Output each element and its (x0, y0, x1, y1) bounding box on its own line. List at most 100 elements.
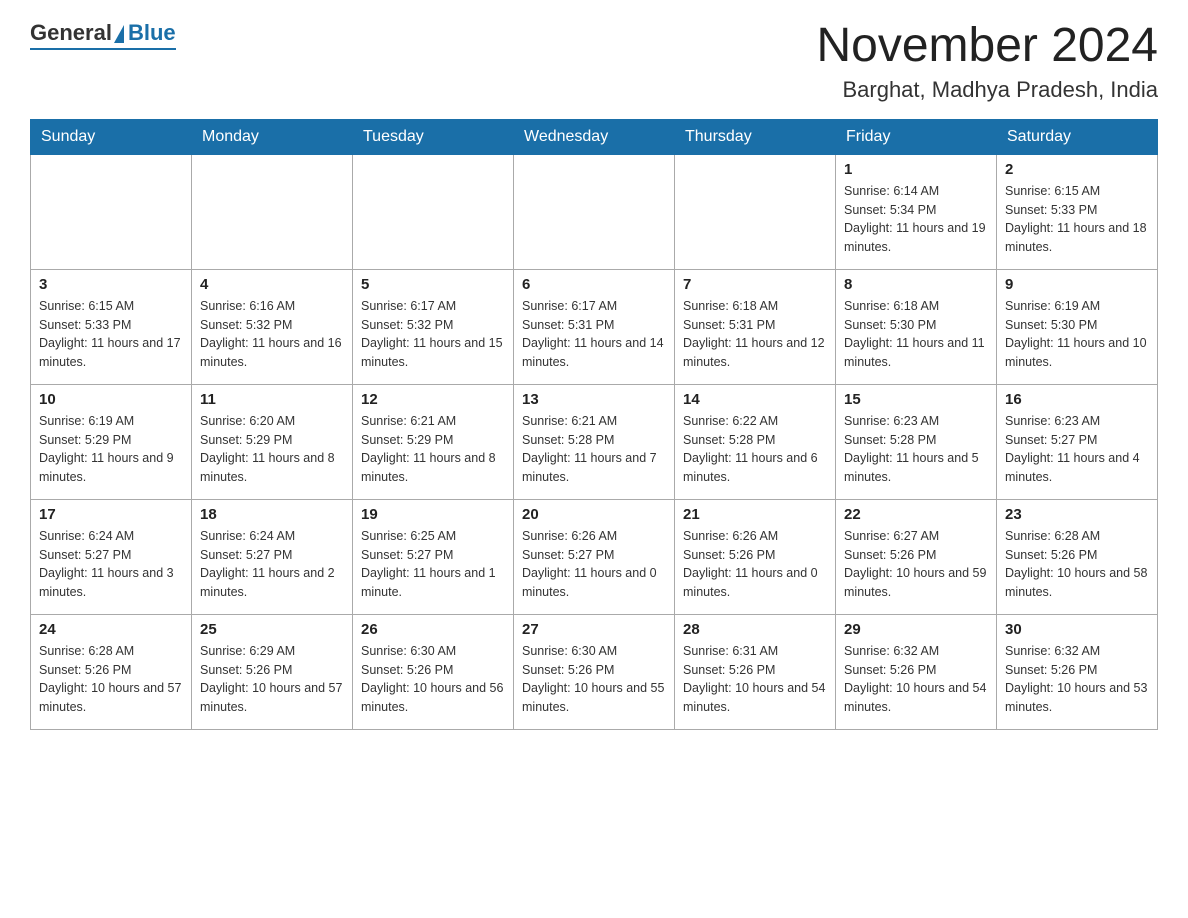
day-info: Sunrise: 6:19 AM Sunset: 5:29 PM Dayligh… (39, 412, 183, 487)
day-info: Sunrise: 6:19 AM Sunset: 5:30 PM Dayligh… (1005, 297, 1149, 372)
day-info: Sunrise: 6:23 AM Sunset: 5:27 PM Dayligh… (1005, 412, 1149, 487)
calendar-cell: 29 Sunrise: 6:32 AM Sunset: 5:26 PM Dayli… (836, 614, 997, 729)
day-number: 8 (844, 276, 988, 293)
logo: General Blue (30, 20, 176, 50)
day-info: Sunrise: 6:21 AM Sunset: 5:28 PM Dayligh… (522, 412, 666, 487)
day-info: Sunrise: 6:22 AM Sunset: 5:28 PM Dayligh… (683, 412, 827, 487)
location-title: Barghat, Madhya Pradesh, India (816, 77, 1158, 103)
day-info: Sunrise: 6:15 AM Sunset: 5:33 PM Dayligh… (1005, 182, 1149, 257)
day-number: 27 (522, 621, 666, 638)
day-number: 15 (844, 391, 988, 408)
day-info: Sunrise: 6:15 AM Sunset: 5:33 PM Dayligh… (39, 297, 183, 372)
day-number: 22 (844, 506, 988, 523)
calendar-cell: 5 Sunrise: 6:17 AM Sunset: 5:32 PM Daylig… (353, 269, 514, 384)
day-number: 3 (39, 276, 183, 293)
day-number: 28 (683, 621, 827, 638)
day-number: 14 (683, 391, 827, 408)
calendar-day-header: Thursday (675, 119, 836, 154)
day-number: 29 (844, 621, 988, 638)
day-info: Sunrise: 6:32 AM Sunset: 5:26 PM Dayligh… (1005, 642, 1149, 717)
day-info: Sunrise: 6:14 AM Sunset: 5:34 PM Dayligh… (844, 182, 988, 257)
calendar-cell (192, 154, 353, 269)
calendar-day-header: Friday (836, 119, 997, 154)
calendar-cell: 27 Sunrise: 6:30 AM Sunset: 5:26 PM Dayli… (514, 614, 675, 729)
day-number: 18 (200, 506, 344, 523)
day-number: 24 (39, 621, 183, 638)
day-number: 4 (200, 276, 344, 293)
day-number: 21 (683, 506, 827, 523)
calendar-cell (675, 154, 836, 269)
calendar-week-row: 17 Sunrise: 6:24 AM Sunset: 5:27 PM Dayli… (31, 499, 1158, 614)
calendar-day-header: Wednesday (514, 119, 675, 154)
day-number: 6 (522, 276, 666, 293)
calendar-day-header: Monday (192, 119, 353, 154)
calendar-day-header: Saturday (997, 119, 1158, 154)
day-number: 20 (522, 506, 666, 523)
calendar-cell: 1 Sunrise: 6:14 AM Sunset: 5:34 PM Daylig… (836, 154, 997, 269)
day-info: Sunrise: 6:16 AM Sunset: 5:32 PM Dayligh… (200, 297, 344, 372)
day-number: 5 (361, 276, 505, 293)
day-number: 13 (522, 391, 666, 408)
logo-general: General (30, 20, 112, 46)
calendar-cell: 17 Sunrise: 6:24 AM Sunset: 5:27 PM Dayli… (31, 499, 192, 614)
day-info: Sunrise: 6:29 AM Sunset: 5:26 PM Dayligh… (200, 642, 344, 717)
day-number: 10 (39, 391, 183, 408)
calendar-cell: 3 Sunrise: 6:15 AM Sunset: 5:33 PM Daylig… (31, 269, 192, 384)
title-section: November 2024 Barghat, Madhya Pradesh, I… (816, 20, 1158, 103)
day-info: Sunrise: 6:18 AM Sunset: 5:31 PM Dayligh… (683, 297, 827, 372)
day-info: Sunrise: 6:30 AM Sunset: 5:26 PM Dayligh… (522, 642, 666, 717)
day-info: Sunrise: 6:20 AM Sunset: 5:29 PM Dayligh… (200, 412, 344, 487)
day-number: 12 (361, 391, 505, 408)
logo-underline (30, 48, 176, 50)
calendar-cell (514, 154, 675, 269)
calendar-cell: 2 Sunrise: 6:15 AM Sunset: 5:33 PM Daylig… (997, 154, 1158, 269)
calendar-cell: 16 Sunrise: 6:23 AM Sunset: 5:27 PM Dayli… (997, 384, 1158, 499)
calendar-week-row: 1 Sunrise: 6:14 AM Sunset: 5:34 PM Daylig… (31, 154, 1158, 269)
page-header: General Blue November 2024 Barghat, Madh… (30, 20, 1158, 103)
day-info: Sunrise: 6:17 AM Sunset: 5:32 PM Dayligh… (361, 297, 505, 372)
day-info: Sunrise: 6:32 AM Sunset: 5:26 PM Dayligh… (844, 642, 988, 717)
calendar-cell: 10 Sunrise: 6:19 AM Sunset: 5:29 PM Dayli… (31, 384, 192, 499)
calendar-body: 1 Sunrise: 6:14 AM Sunset: 5:34 PM Daylig… (31, 154, 1158, 729)
calendar-cell: 23 Sunrise: 6:28 AM Sunset: 5:26 PM Dayli… (997, 499, 1158, 614)
calendar-cell: 24 Sunrise: 6:28 AM Sunset: 5:26 PM Dayli… (31, 614, 192, 729)
day-number: 23 (1005, 506, 1149, 523)
calendar-cell (31, 154, 192, 269)
calendar-cell: 19Sunrise: 6:25 AM Sunset: 5:27 PM Dayli… (353, 499, 514, 614)
day-number: 16 (1005, 391, 1149, 408)
day-info: Sunrise: 6:24 AM Sunset: 5:27 PM Dayligh… (200, 527, 344, 602)
calendar-header: SundayMondayTuesdayWednesdayThursdayFrid… (31, 119, 1158, 154)
day-info: Sunrise: 6:30 AM Sunset: 5:26 PM Dayligh… (361, 642, 505, 717)
calendar-cell: 11Sunrise: 6:20 AM Sunset: 5:29 PM Dayli… (192, 384, 353, 499)
day-info: Sunrise: 6:18 AM Sunset: 5:30 PM Dayligh… (844, 297, 988, 372)
calendar-cell: 26Sunrise: 6:30 AM Sunset: 5:26 PM Dayli… (353, 614, 514, 729)
calendar-cell: 28Sunrise: 6:31 AM Sunset: 5:26 PM Dayli… (675, 614, 836, 729)
day-info: Sunrise: 6:25 AM Sunset: 5:27 PM Dayligh… (361, 527, 505, 602)
calendar-cell: 4 Sunrise: 6:16 AM Sunset: 5:32 PM Daylig… (192, 269, 353, 384)
month-title: November 2024 (816, 20, 1158, 73)
calendar-cell: 13 Sunrise: 6:21 AM Sunset: 5:28 PM Dayli… (514, 384, 675, 499)
calendar-cell: 8 Sunrise: 6:18 AM Sunset: 5:30 PM Daylig… (836, 269, 997, 384)
day-number: 2 (1005, 161, 1149, 178)
day-number: 1 (844, 161, 988, 178)
calendar-cell: 12Sunrise: 6:21 AM Sunset: 5:29 PM Dayli… (353, 384, 514, 499)
calendar-cell: 15 Sunrise: 6:23 AM Sunset: 5:28 PM Dayli… (836, 384, 997, 499)
calendar-week-row: 10 Sunrise: 6:19 AM Sunset: 5:29 PM Dayli… (31, 384, 1158, 499)
day-number: 25 (200, 621, 344, 638)
day-number: 30 (1005, 621, 1149, 638)
day-number: 17 (39, 506, 183, 523)
day-info: Sunrise: 6:26 AM Sunset: 5:27 PM Dayligh… (522, 527, 666, 602)
calendar-cell: 30 Sunrise: 6:32 AM Sunset: 5:26 PM Dayli… (997, 614, 1158, 729)
day-info: Sunrise: 6:28 AM Sunset: 5:26 PM Dayligh… (1005, 527, 1149, 602)
calendar-cell (353, 154, 514, 269)
calendar-cell: 9Sunrise: 6:19 AM Sunset: 5:30 PM Daylig… (997, 269, 1158, 384)
day-info: Sunrise: 6:23 AM Sunset: 5:28 PM Dayligh… (844, 412, 988, 487)
logo-blue: Blue (128, 20, 176, 46)
day-info: Sunrise: 6:24 AM Sunset: 5:27 PM Dayligh… (39, 527, 183, 602)
calendar-cell: 20 Sunrise: 6:26 AM Sunset: 5:27 PM Dayli… (514, 499, 675, 614)
day-info: Sunrise: 6:27 AM Sunset: 5:26 PM Dayligh… (844, 527, 988, 602)
calendar-cell: 18 Sunrise: 6:24 AM Sunset: 5:27 PM Dayli… (192, 499, 353, 614)
day-info: Sunrise: 6:28 AM Sunset: 5:26 PM Dayligh… (39, 642, 183, 717)
calendar-day-header: Sunday (31, 119, 192, 154)
day-info: Sunrise: 6:26 AM Sunset: 5:26 PM Dayligh… (683, 527, 827, 602)
